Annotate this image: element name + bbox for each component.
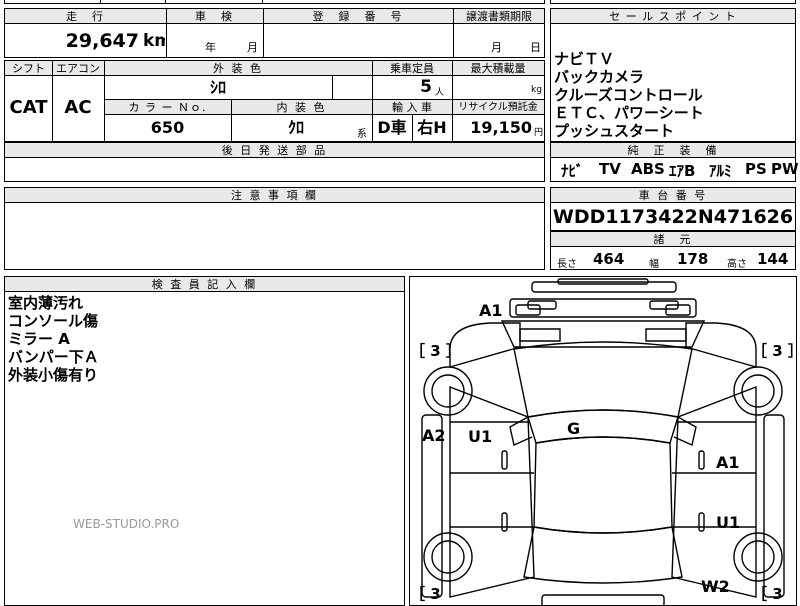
inspector-note: 室内薄汚れ [8, 294, 84, 312]
mileage-value: 29,647 [65, 30, 139, 52]
damage-mark: U1 [716, 513, 741, 532]
notes-header: 注 意 事 項 欄 [231, 189, 318, 202]
capacity-value: 5 [420, 77, 432, 97]
width-label: 幅 [649, 259, 659, 270]
sales-point-item: ナビＴＶ [554, 50, 615, 68]
damage-mark: W2 [701, 577, 730, 596]
exterior-color-header: 外 装 色 [213, 62, 263, 75]
tire-rating: ［ 3 ］ [410, 342, 461, 360]
registration-header: 登 録 番 号 [312, 10, 404, 23]
dimensions-header: 諸 元 [653, 233, 693, 246]
inspector-note: ミラー A [8, 330, 70, 348]
equipment-item: PW [771, 160, 799, 178]
equipment-header: 純 正 装 備 [627, 144, 719, 157]
height-value: 144 [757, 250, 789, 268]
equipment-box: 純 正 装 備 ﾅﾋﾞ TV ABS ｴｱB ｱﾙﾐ PS PW [550, 142, 799, 182]
spec-table: シフト エアコン 外 装 色 乗車定員 最大積載量 カ ラ ー Ｎｏ. 内 装 … [4, 60, 545, 142]
damage-mark: G [567, 419, 581, 438]
width-value: 178 [677, 250, 709, 268]
inspector-notes-list: 室内薄汚れ コンソール傷 ミラー A バンパー下Ａ 外装小傷有り [8, 294, 398, 384]
interior-color-suffix: 系 [357, 129, 367, 140]
equipment-item: PS [745, 160, 767, 178]
chassis-number: WDD1173422N471626 [552, 206, 794, 228]
color-no-value: 650 [150, 118, 185, 137]
inspector-box: 検 査 員 記 入 欄 室内薄汚れ コンソール傷 ミラー A バンパー下Ａ 外装… [4, 276, 405, 606]
notes-box: 注 意 事 項 欄 [4, 187, 545, 270]
sales-points-list: ナビＴＶ バックカメラ クルーズコントロール ＥＴＣ、パワーシート プッシュスタ… [554, 50, 794, 140]
inspector-note: バンパー下Ａ [8, 348, 99, 366]
recycle-header: リサイクル預託金 [458, 102, 538, 113]
tire-rating: ［ 3 [752, 585, 783, 603]
equipment-item: ｴｱB [669, 162, 696, 180]
top-strip [4, 0, 545, 4]
inspection-year-label: 年 [205, 41, 216, 54]
inspection-header: 車 検 [195, 10, 234, 23]
import-header: 輸 入 車 [392, 101, 432, 114]
tire-rating: ［ 3 ］ [752, 342, 800, 360]
transfer-day-label: 日 [530, 41, 541, 54]
sales-point-item: プッシュスタート [554, 122, 675, 140]
sales-point-item: バックカメラ [554, 68, 645, 86]
equipment-item: ABS [631, 160, 665, 178]
equipment-item: TV [599, 160, 621, 178]
watermark: WEB-STUDIO.PRO [73, 517, 180, 531]
color-no-header: カ ラ ー Ｎｏ. [128, 101, 207, 114]
length-value: 464 [593, 250, 625, 268]
inspector-note: 外装小傷有り [8, 366, 99, 384]
inspector-header: 検 査 員 記 入 欄 [151, 278, 258, 291]
equipment-item: ｱﾙﾐ [709, 162, 732, 180]
shift-value: CAT [9, 97, 48, 118]
interior-color-value: ｸﾛ [287, 118, 304, 137]
inspector-note: コンソール傷 [8, 312, 99, 330]
chassis-box: 車 台 番 号 WDD1173422N471626 [550, 187, 796, 231]
import-value-dealer: D車 [377, 118, 407, 137]
sales-points-box: セ ー ル ス ポ イ ン ト ナビＴＶ バックカメラ クルーズコントロール Ｅ… [550, 8, 796, 142]
recycle-value: 19,150 [470, 118, 532, 137]
chassis-header: 車 台 番 号 [638, 189, 708, 202]
sales-points-header: セ ー ル ス ポ イ ン ト [609, 10, 737, 23]
sales-point-item: クルーズコントロール [554, 86, 703, 104]
damage-mark: A2 [422, 426, 446, 445]
height-label: 高さ [727, 259, 747, 270]
sales-point-item: ＥＴＣ、パワーシート [554, 104, 704, 122]
damage-mark: A1 [479, 301, 503, 320]
capacity-unit: 人 [435, 88, 445, 98]
car-diagram-box: A1 G A2 U1 A1 U1 W2 ［ 3 ］ ［ 3 ］ ［ 3 ［ 3 [409, 276, 800, 606]
later-parts-box: 後 日 発 送 部 品 [4, 142, 545, 182]
damage-mark: U1 [468, 427, 493, 446]
later-parts-header: 後 日 発 送 部 品 [221, 144, 328, 157]
transfer-header: 譲渡書類期限 [466, 10, 532, 23]
import-value-steering: 右H [417, 118, 447, 137]
exterior-color-value: ｼﾛ [209, 78, 226, 97]
transfer-month-label: 月 [491, 41, 502, 54]
aircon-header: エアコン [56, 62, 100, 75]
capacity-header: 乗車定員 [390, 62, 434, 75]
mileage-header: 走 行 [66, 10, 105, 23]
mileage-unit: km [143, 31, 165, 51]
damage-mark: A1 [716, 453, 740, 472]
tire-rating: ［ 3 [410, 585, 441, 603]
length-label: 長さ [557, 259, 577, 270]
dimensions-box: 諸 元 長さ 464 幅 178 高さ 144 [550, 231, 796, 270]
top-row-table: 走 行 車 検 登 録 番 号 譲渡書類期限 29,647 km 年 月 月 日 [4, 8, 545, 58]
equipment-item: ﾅﾋﾞ [561, 162, 584, 180]
inspection-month-label: 月 [247, 41, 258, 54]
max-load-header: 最大積載量 [470, 62, 526, 75]
recycle-unit: 円 [534, 128, 544, 138]
interior-color-header: 内 装 色 [276, 101, 327, 114]
aircon-value: AC [64, 97, 92, 118]
max-load-unit: kg [531, 85, 542, 95]
shift-header: シフト [12, 62, 45, 75]
